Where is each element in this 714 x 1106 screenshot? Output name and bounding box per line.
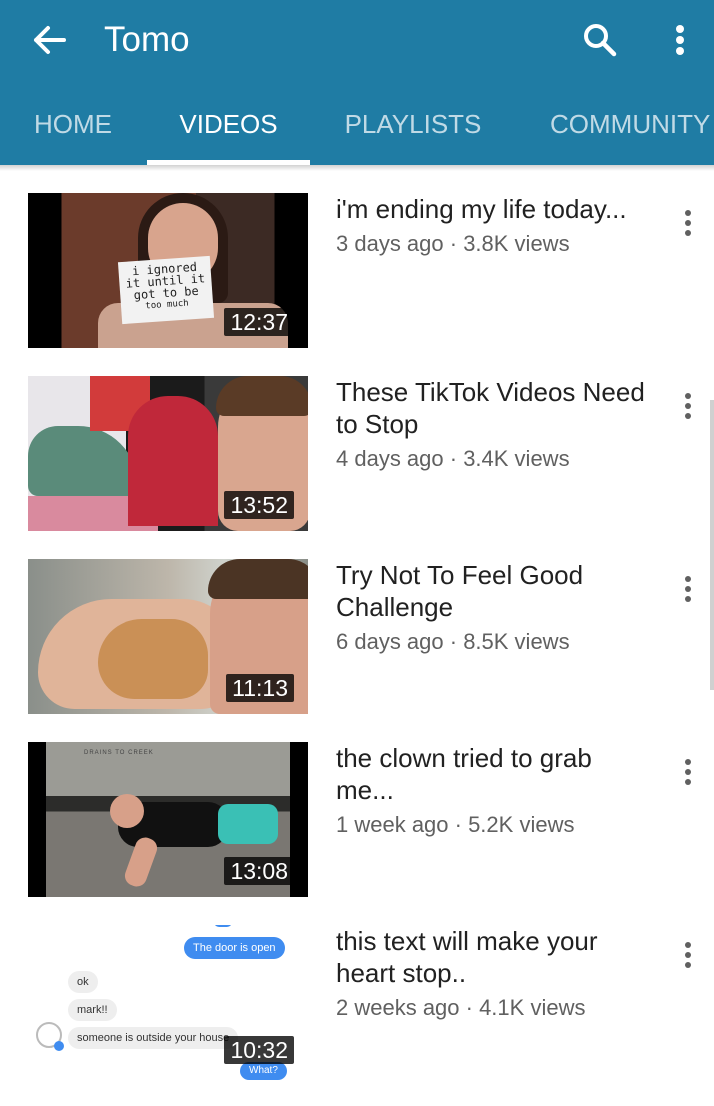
- drain-label: DRAINS TO CREEK: [84, 750, 154, 756]
- thumbnail-hair: [216, 376, 308, 416]
- thumbnail-sign: i ignored it until it got to be too much: [117, 255, 215, 325]
- tab-community-label: COMMUNITY: [550, 109, 711, 139]
- channel-tabs: HOME VIDEOS PLAYLISTS COMMUNITY: [0, 96, 714, 165]
- tab-videos[interactable]: VIDEOS: [147, 96, 310, 165]
- chat-bubble-received: someone is outside your house: [68, 1027, 239, 1049]
- video-title[interactable]: this text will make your heart stop..: [336, 925, 656, 989]
- video-thumbnail[interactable]: DRAINS TO CREEK 13:08: [28, 742, 308, 897]
- video-title[interactable]: These TikTok Videos Need to Stop: [336, 376, 656, 440]
- tab-videos-label: VIDEOS: [179, 109, 278, 139]
- chat-bubble-sent: The door is open: [184, 937, 285, 959]
- video-thumbnail[interactable]: i ignored it until it got to be too much…: [28, 193, 308, 348]
- video-more-icon[interactable]: [674, 386, 702, 426]
- messenger-badge-icon: [54, 1041, 64, 1051]
- video-thumbnail[interactable]: 11:13: [28, 559, 308, 714]
- video-thumbnail[interactable]: 13:52: [28, 376, 308, 531]
- channel-title: Tomo: [104, 20, 190, 59]
- thumbnail-hair: [208, 559, 308, 599]
- duration-badge: 13:52: [224, 491, 294, 519]
- chat-bubble-received: ok: [68, 971, 98, 993]
- video-meta: 6 days ago · 8.5K views: [336, 629, 570, 654]
- video-item[interactable]: 11:13 Try Not To Feel Good Challenge 6 d…: [0, 559, 714, 719]
- video-meta: 2 weeks ago · 4.1K views: [336, 995, 586, 1020]
- video-more-icon[interactable]: [674, 935, 702, 975]
- tab-home-label: HOME: [34, 109, 112, 139]
- more-vert-icon[interactable]: [660, 18, 700, 62]
- thumbnail-figure: [28, 426, 138, 496]
- thumbnail-shorts: [218, 804, 278, 844]
- video-title[interactable]: i'm ending my life today...: [336, 193, 656, 225]
- video-more-icon[interactable]: [674, 569, 702, 609]
- duration-badge: 13:08: [224, 857, 294, 885]
- app-bar-shadow: [0, 165, 714, 171]
- chat-bubble-received: mark!!: [68, 999, 117, 1021]
- video-meta: 3 days ago · 3.8K views: [336, 231, 570, 256]
- tab-home[interactable]: HOME: [18, 96, 128, 165]
- video-meta: 1 week ago · 5.2K views: [336, 812, 575, 837]
- video-thumbnail[interactable]: The door is open ok mark!! someone is ou…: [28, 925, 308, 1080]
- arrow-left-icon[interactable]: [28, 20, 72, 60]
- video-title[interactable]: the clown tried to grab me...: [336, 742, 656, 806]
- video-item[interactable]: 13:52 These TikTok Videos Need to Stop 4…: [0, 376, 714, 536]
- video-more-icon[interactable]: [674, 752, 702, 792]
- tab-community[interactable]: COMMUNITY: [540, 96, 714, 165]
- video-title[interactable]: Try Not To Feel Good Challenge: [336, 559, 656, 623]
- video-item[interactable]: DRAINS TO CREEK 13:08 the clown tried to…: [0, 742, 714, 902]
- chat-bubble-sent: [214, 925, 232, 927]
- duration-badge: 10:32: [224, 1036, 294, 1064]
- duration-badge: 12:37: [224, 308, 294, 336]
- top-bar: Tomo: [0, 0, 714, 82]
- scrollbar[interactable]: [710, 400, 714, 690]
- video-item[interactable]: i ignored it until it got to be too much…: [0, 193, 714, 353]
- duration-badge: 11:13: [226, 674, 294, 702]
- thumbnail-head: [110, 794, 144, 828]
- thumbnail-blister: [98, 619, 208, 699]
- video-meta: 4 days ago · 3.4K views: [336, 446, 570, 471]
- thumbnail-figure: [128, 396, 218, 526]
- chat-bubble-sent: What?: [240, 1062, 287, 1080]
- app-bar: Tomo HOME VIDEOS PLAYLISTS COMMUNITY: [0, 0, 714, 165]
- tab-playlists[interactable]: PLAYLISTS: [330, 96, 496, 165]
- tab-playlists-label: PLAYLISTS: [344, 109, 482, 139]
- video-more-icon[interactable]: [674, 203, 702, 243]
- search-icon[interactable]: [578, 18, 622, 62]
- video-item[interactable]: The door is open ok mark!! someone is ou…: [0, 925, 714, 1085]
